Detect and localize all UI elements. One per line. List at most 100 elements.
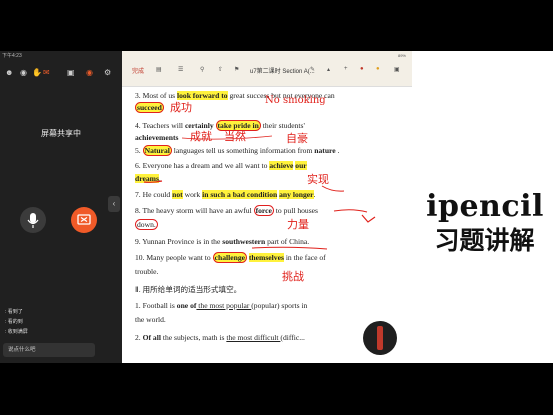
highlighted-phrase: in such a bad condition xyxy=(202,190,278,199)
text: the subjects, math is xyxy=(160,333,227,342)
people-icon[interactable]: ☻ xyxy=(5,68,13,78)
collapse-panel-button[interactable]: ‹ xyxy=(108,196,120,212)
highlighted-phrase: achieve xyxy=(269,161,294,170)
text: (diffic... xyxy=(280,333,305,342)
more-icon[interactable]: ● xyxy=(376,66,380,72)
text: languages tell us something information … xyxy=(171,146,315,155)
text: down. xyxy=(135,219,158,230)
bold-word: one of xyxy=(176,301,197,310)
answer-blank: the most popular xyxy=(196,301,252,310)
hand-raise-icon[interactable]: ✋ xyxy=(32,68,42,78)
highlighted-phrase: Natural xyxy=(142,145,172,156)
text: 8. The heavy storm will have an awful xyxy=(135,206,254,215)
chat-message: : 看的到 xyxy=(5,319,23,325)
chat-bubble-icon[interactable]: ✉ xyxy=(43,68,50,78)
highlighted-phrase: succeed xyxy=(135,102,164,113)
exercise-line: 10. Many people want to challenge themse… xyxy=(135,252,326,263)
text: . xyxy=(335,146,340,155)
exercise-line: dreams. xyxy=(135,174,161,183)
exercise-line: 6. Everyone has a dream and we all want … xyxy=(135,161,307,170)
chat-text: 看的到 xyxy=(7,319,23,325)
list-view-icon[interactable]: ☰ xyxy=(178,66,183,73)
highlighted-phrase: challenge xyxy=(212,252,247,263)
document-title[interactable]: u7第二课时 Section A(... xyxy=(250,66,315,75)
text: 4. Teachers will xyxy=(135,121,185,130)
highlighted-phrase: dreams xyxy=(135,174,159,183)
settings-icon[interactable]: ⚙ xyxy=(104,68,111,78)
handwritten-note: 自豪 xyxy=(286,132,308,145)
exercise-line: succeed xyxy=(135,102,164,113)
chat-text: 收到满屏 xyxy=(7,329,28,335)
handwritten-note: No smoking xyxy=(265,95,326,106)
exercise-line: 5. Natural languages tell us something i… xyxy=(135,145,340,156)
bold-word: achievements xyxy=(135,133,179,142)
section-heading: Ⅱ. 用所给单词的适当形式填空。 xyxy=(135,285,242,294)
bold-word: nature xyxy=(314,146,336,155)
exercise-line: 1. Football is one of the most popular (… xyxy=(135,301,307,310)
floating-pencil-button[interactable] xyxy=(363,321,397,355)
exercise-line: down. xyxy=(135,219,158,230)
text: . xyxy=(313,190,316,199)
highlighted-phrase: themselves xyxy=(248,253,284,262)
text: to pull houses xyxy=(273,206,318,215)
add-icon[interactable]: + xyxy=(344,66,348,72)
exercise-line: achievements xyxy=(135,133,178,142)
chat-message: : 收到满屏 xyxy=(5,329,28,335)
brand-subtitle: 习题讲解 xyxy=(434,226,535,255)
handwritten-note: 实现 xyxy=(307,173,329,186)
text: 5. xyxy=(135,146,143,155)
highlighter-icon[interactable]: ● xyxy=(360,66,364,72)
status-bar: 89% xyxy=(397,53,406,58)
text: 9. Yunnan Province is in the xyxy=(135,237,223,246)
document-viewer: 89% 完成 ▤ ☰ ⚲ ⇧ ⚑ u7第二课时 Section A(... ✎ … xyxy=(122,51,412,363)
sidebar-toggle-icon[interactable]: ▤ xyxy=(156,66,162,73)
image-icon[interactable]: ▣ xyxy=(67,68,75,78)
stop-share-icon xyxy=(77,214,91,225)
bold-word: Of all xyxy=(142,333,161,342)
text: in the face of xyxy=(283,253,326,262)
text: trouble. xyxy=(135,267,159,276)
text: part of China. xyxy=(265,237,310,246)
bookmark-icon[interactable]: ⚑ xyxy=(234,66,239,73)
exercise-line: 9. Yunnan Province is in the southwester… xyxy=(135,237,309,246)
text: 10. Many people want to xyxy=(135,253,213,262)
chat-input[interactable]: 说点什么吧 xyxy=(3,343,95,357)
text: the world. xyxy=(135,315,166,324)
document-icon[interactable]: ▣ xyxy=(394,66,400,73)
brand-logo-text: ipencil xyxy=(426,189,544,224)
panel-toolbar: ☻ ◉ ✋ ✉ ▣ ◉ ⚙ xyxy=(0,65,122,81)
exercise-line: 4. Teachers will certainly take pride in… xyxy=(135,120,305,131)
done-button[interactable]: 完成 xyxy=(132,66,144,75)
exercise-line: the world. xyxy=(135,315,166,324)
stop-share-button[interactable] xyxy=(71,207,97,233)
text: . xyxy=(158,174,161,183)
chat-text: 看到了 xyxy=(7,309,23,315)
text: work xyxy=(182,190,203,199)
chevron-left-icon: ‹ xyxy=(112,199,116,208)
handwritten-note: 成功 xyxy=(170,101,192,114)
worksheet-page: 3. Most of us look forward to great succ… xyxy=(122,86,412,363)
text: 2. xyxy=(135,333,143,342)
exercise-line: trouble. xyxy=(135,267,158,276)
highlighted-phrase: not xyxy=(172,190,183,199)
share-title: 屏幕共享中 xyxy=(41,129,81,138)
exercise-line: 7. He could not work in such a bad condi… xyxy=(135,190,315,199)
exercise-line: 8. The heavy storm will have an awful fo… xyxy=(135,205,318,216)
mic-small-icon[interactable]: ◉ xyxy=(20,68,27,78)
screen-share-panel: 下午4:23 ☻ ◉ ✋ ✉ ▣ ◉ ⚙ 屏幕共享中 : 看到了 : 看的到 : xyxy=(0,51,122,363)
text: 7. He could xyxy=(135,190,173,199)
text: 1. Football is xyxy=(135,301,177,310)
share-icon[interactable]: ⇧ xyxy=(218,66,223,73)
text: (popular) sports in xyxy=(251,301,308,310)
status-time: 下午4:23 xyxy=(2,53,22,59)
notes-toolbar: 89% 完成 ▤ ☰ ⚲ ⇧ ⚑ u7第二课时 Section A(... ✎ … xyxy=(122,51,412,87)
highlighted-phrase: any longer xyxy=(279,190,314,199)
search-icon[interactable]: ⚲ xyxy=(200,66,204,73)
pen-icon[interactable]: ✎ xyxy=(310,66,315,73)
record-icon[interactable]: ◉ xyxy=(86,68,93,78)
text: their students' xyxy=(260,121,305,130)
pencil-icon xyxy=(377,326,383,350)
mic-button[interactable] xyxy=(20,207,46,233)
shapes-icon[interactable]: ▴ xyxy=(327,66,330,73)
text: 6. Everyone has a dream and we all want … xyxy=(135,161,270,170)
